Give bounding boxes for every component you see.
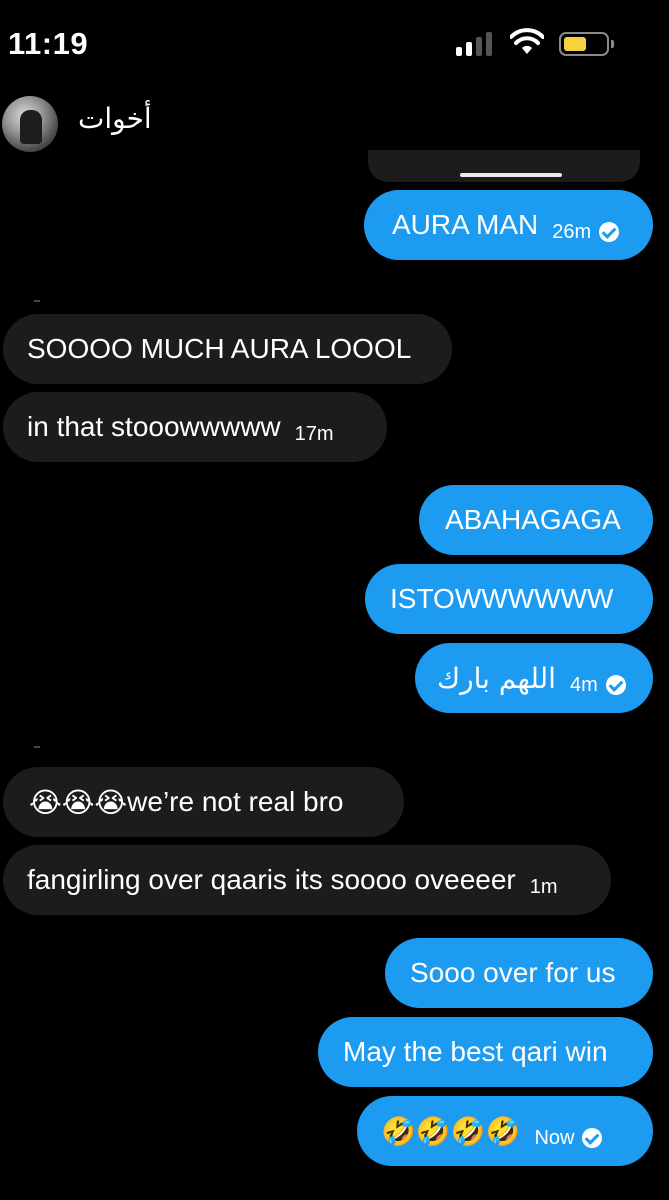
status-bar: 11:19 (0, 0, 669, 90)
message-text: ISTOWWWWWW (390, 583, 614, 614)
message-bubble-outgoing[interactable]: ISTOWWWWWW (365, 564, 653, 634)
cellular-signal-icon (456, 30, 498, 56)
read-check-icon (599, 222, 620, 242)
message-time: 17m (294, 422, 334, 445)
message-bubble-outgoing[interactable]: AURA MAN 26m (364, 190, 653, 260)
message-bubble-outgoing[interactable]: Sooo over for us (385, 938, 653, 1008)
crying-face-emoji-icon: 😭😭😭 (29, 785, 128, 819)
message-text: May the best qari win (343, 1036, 608, 1067)
message-text: fangirling over qaaris its soooo oveeeer (27, 864, 516, 895)
message-text: اللهم بارك (437, 661, 556, 695)
message-bubble-incoming[interactable]: in that stooowwwww 17m (3, 392, 387, 462)
message-bubble-outgoing[interactable]: 🤣🤣🤣🤣 Now (357, 1096, 653, 1166)
message-time: 1m (529, 875, 558, 898)
sender-indicator (34, 746, 40, 748)
message-text: in that stooowwwww (27, 411, 281, 442)
battery-icon (559, 32, 614, 56)
message-bubble-incoming[interactable]: fangirling over qaaris its soooo oveeeer… (3, 845, 611, 915)
chat-title[interactable]: أخوات (78, 102, 152, 135)
message-bubble-incoming[interactable]: SOOOO MUCH AURA LOOOL (3, 314, 452, 384)
message-text: AURA MAN (392, 209, 539, 240)
message-time: 4m (569, 673, 598, 696)
sender-indicator (34, 300, 40, 302)
read-check-icon (605, 675, 626, 695)
message-text: ABAHAGAGA (445, 504, 621, 535)
chat-header[interactable]: أخوات (0, 90, 669, 152)
message-bubble-outgoing[interactable]: May the best qari win (318, 1017, 653, 1087)
media-scrubber-line (460, 173, 562, 177)
avatar[interactable] (2, 96, 58, 152)
message-bubble-outgoing[interactable]: ABAHAGAGA (419, 485, 653, 555)
message-bubble-incoming[interactable]: 😭😭😭 we’re not real bro (3, 767, 404, 837)
message-text: we’re not real bro (127, 786, 344, 817)
wifi-icon (510, 28, 544, 54)
previous-message-bubble (368, 150, 640, 182)
read-check-icon (582, 1128, 603, 1148)
message-bubble-outgoing[interactable]: اللهم بارك 4m (415, 643, 653, 713)
message-text: Sooo over for us (410, 957, 616, 988)
message-text: SOOOO MUCH AURA LOOOL (27, 333, 412, 364)
rolling-laughing-emoji-icon: 🤣🤣🤣🤣 (381, 1114, 521, 1148)
clock: 11:19 (8, 26, 89, 61)
message-time: Now (534, 1126, 575, 1149)
message-time: 26m (552, 220, 592, 243)
